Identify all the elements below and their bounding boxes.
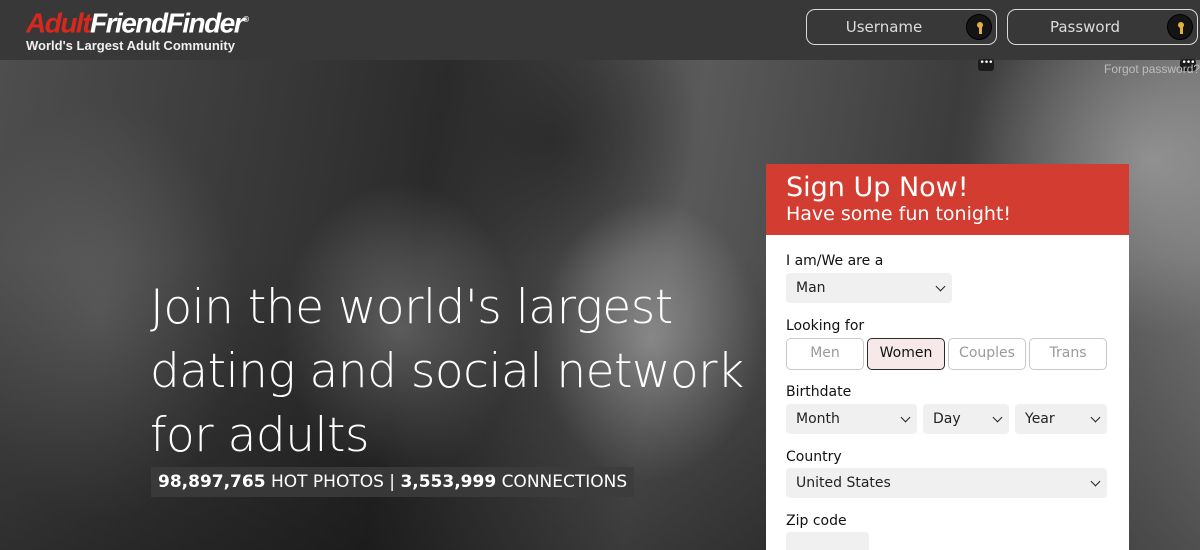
password-field-wrapper (1007, 9, 1198, 45)
top-bar: AdultFriendFinder® World's Largest Adult… (0, 0, 1200, 60)
chevron-down-icon (1090, 412, 1101, 423)
zip-code-input[interactable] (786, 532, 869, 550)
chevron-down-icon (1090, 476, 1101, 487)
password-key-icon[interactable] (1167, 14, 1193, 40)
connections-count: 3,553,999 (400, 472, 497, 492)
headline-line-2: dating and social network (150, 344, 744, 399)
headline-line-3: for adults (150, 408, 369, 463)
looking-for-men-button[interactable]: Men (786, 338, 864, 370)
hero-headline: Join the world's largest dating and soci… (150, 276, 770, 468)
signup-subtitle: Have some fun tonight! (786, 203, 1012, 225)
photos-label: HOT PHOTOS (270, 472, 384, 492)
username-input[interactable] (809, 12, 959, 42)
country-select-value: United States (796, 475, 891, 491)
chevron-down-icon (935, 281, 946, 292)
logo-adult-text: Adult (26, 7, 92, 39)
signup-header: Sign Up Now! Have some fun tonight! (766, 164, 1129, 235)
birth-day-select[interactable]: Day (923, 404, 1009, 434)
username-field-wrapper (806, 9, 997, 45)
zip-code-label: Zip code (786, 513, 847, 529)
chevron-down-icon (992, 412, 1003, 423)
iam-label: I am/We are a (786, 253, 884, 269)
forgot-password-link[interactable]: Forgot password? (1104, 62, 1200, 76)
looking-for-label: Looking for (786, 318, 865, 334)
headline-line-1: Join the world's largest (150, 280, 673, 335)
username-key-icon[interactable] (966, 14, 992, 40)
country-select[interactable]: United States (786, 468, 1107, 498)
looking-for-women-button[interactable]: Women (867, 338, 945, 370)
logo-wordmark: AdultFriendFinder® (26, 5, 249, 39)
iam-select[interactable]: Man (786, 273, 952, 303)
signup-panel: Sign Up Now! Have some fun tonight! I am… (766, 164, 1129, 550)
signup-title: Sign Up Now! (786, 172, 969, 203)
birth-day-value: Day (933, 411, 961, 427)
birth-month-value: Month (796, 411, 840, 427)
iam-select-value: Man (796, 280, 826, 296)
birth-year-select[interactable]: Year (1015, 404, 1107, 434)
looking-for-couples-button[interactable]: Couples (948, 338, 1026, 370)
birthdate-label: Birthdate (786, 384, 852, 400)
looking-for-trans-button[interactable]: Trans (1029, 338, 1107, 370)
more-options-icon[interactable]: ••• (978, 59, 994, 71)
logo-friendfinder-text: FriendFinder (90, 7, 245, 39)
country-label: Country (786, 449, 842, 465)
stats-separator: | (389, 472, 396, 492)
site-stats-bar: 98,897,765 HOT PHOTOS | 3,553,999 CONNEC… (151, 467, 635, 497)
photos-count: 98,897,765 (158, 472, 266, 492)
birth-year-value: Year (1025, 411, 1055, 427)
password-input[interactable] (1010, 12, 1160, 42)
registered-mark: ® (243, 15, 249, 24)
chevron-down-icon (900, 412, 911, 423)
birth-month-select[interactable]: Month (786, 404, 917, 434)
site-logo[interactable]: AdultFriendFinder® World's Largest Adult… (26, 5, 249, 54)
connections-label: CONNECTIONS (501, 472, 628, 492)
site-tagline: World's Largest Adult Community (26, 38, 235, 54)
